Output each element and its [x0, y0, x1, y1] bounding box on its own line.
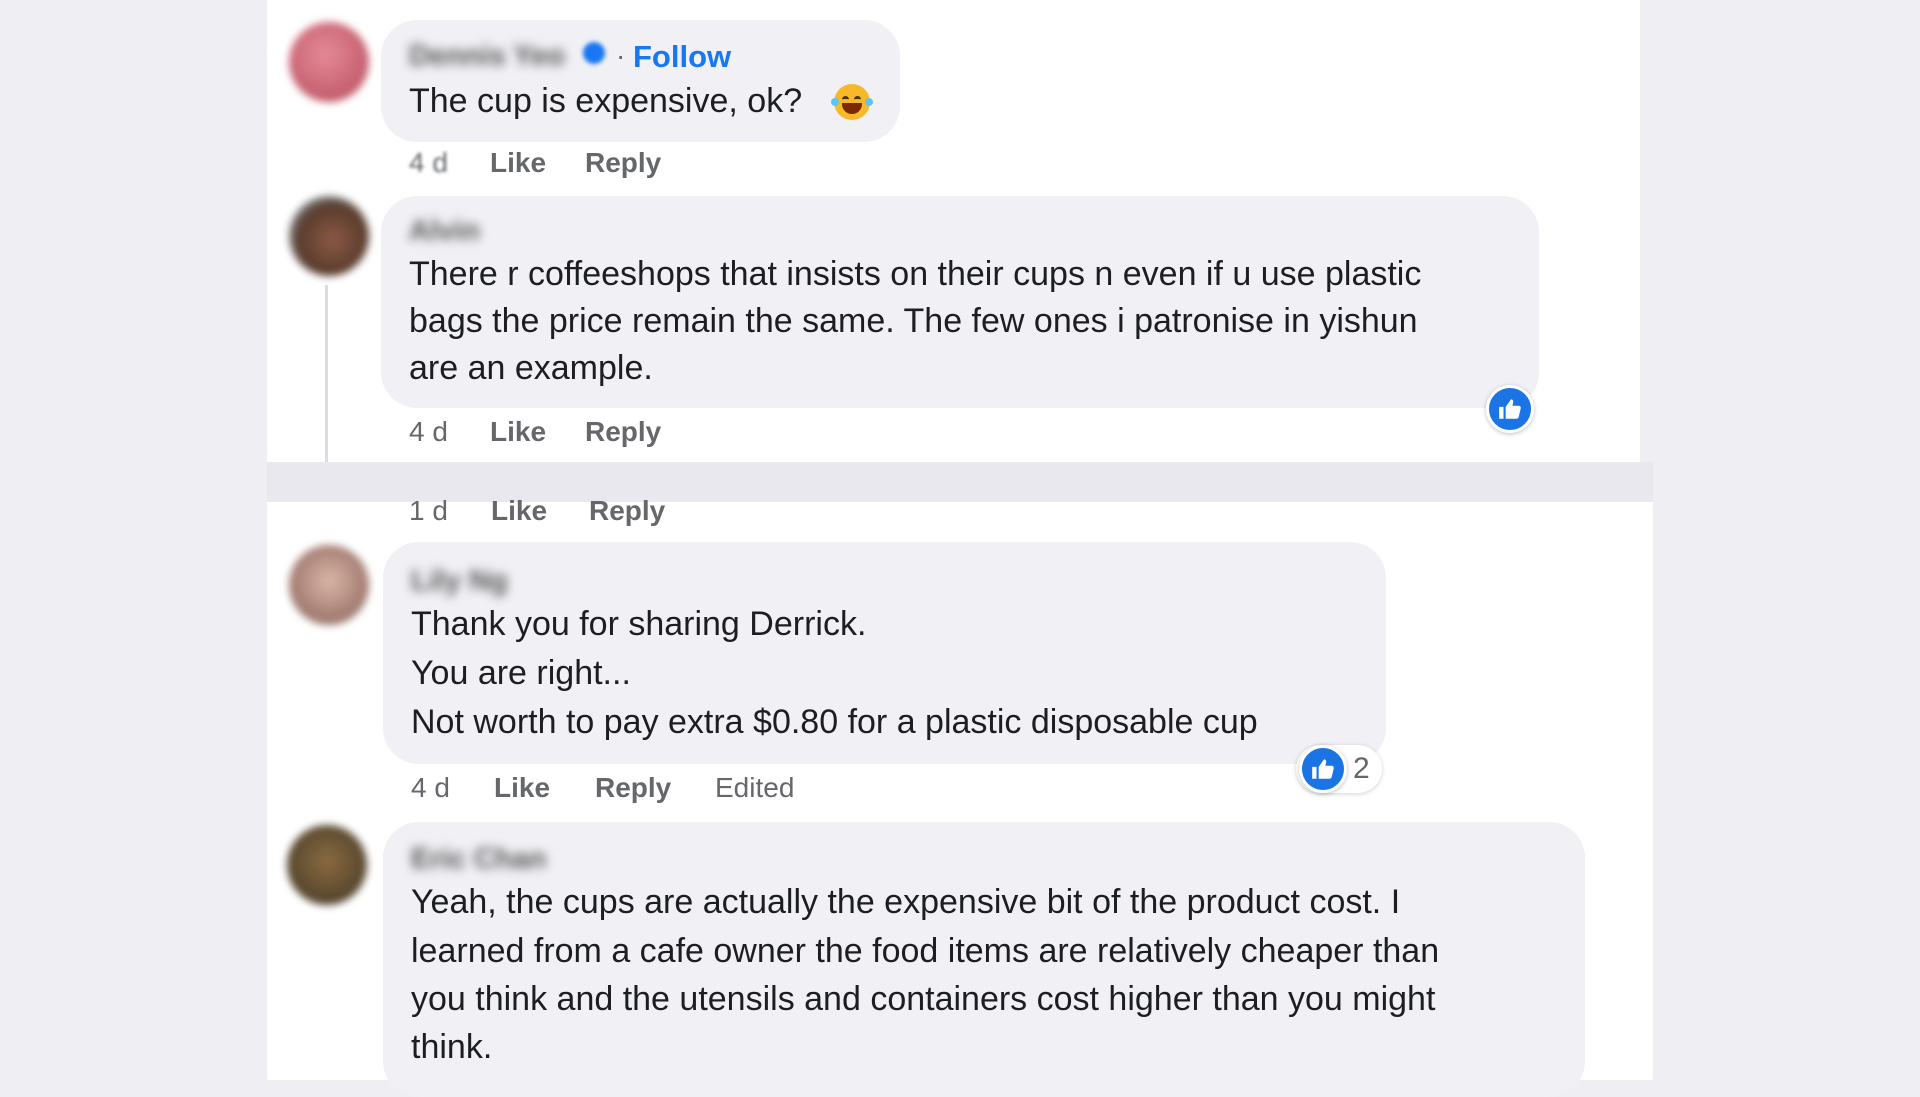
- comment-time[interactable]: 4 d: [409, 147, 448, 179]
- comment-time[interactable]: 1 d: [409, 495, 448, 527]
- reply-label[interactable]: Reply: [585, 416, 661, 447]
- comment-text-line: Not worth to pay extra $0.80 for a plast…: [411, 703, 1258, 741]
- reply-button[interactable]: Reply: [585, 416, 661, 448]
- reply-button[interactable]: Reply: [589, 495, 665, 527]
- comment-text-line: bags the price remain the same. The few …: [409, 302, 1418, 340]
- comment-text-line: are an example.: [409, 349, 653, 387]
- thread-line: [325, 285, 328, 462]
- comment-text-line: The cup is expensive, ok?: [409, 82, 803, 120]
- comment-time[interactable]: 4 d: [411, 772, 450, 804]
- reply-label[interactable]: Reply: [595, 772, 671, 803]
- like-label[interactable]: Like: [490, 416, 546, 447]
- like-button[interactable]: Like: [490, 416, 546, 448]
- like-button[interactable]: Like: [490, 147, 546, 179]
- laughing-tears-emoji-icon: [831, 84, 873, 120]
- reply-label[interactable]: Reply: [589, 495, 665, 526]
- reply-button[interactable]: Reply: [595, 772, 671, 804]
- avatar[interactable]: [289, 545, 369, 625]
- avatar[interactable]: [287, 825, 367, 905]
- comment-text-line: You are right...: [411, 654, 631, 692]
- follow-button[interactable]: Follow: [633, 39, 731, 75]
- avatar[interactable]: [289, 22, 369, 102]
- comment-text-line: There r coffeeshops that insists on thei…: [409, 255, 1422, 293]
- like-label[interactable]: Like: [490, 147, 546, 178]
- comment-time[interactable]: 4 d: [409, 416, 448, 448]
- like-reaction-icon[interactable]: [1299, 745, 1347, 793]
- separator-dot: ·: [616, 40, 626, 71]
- comment-text-line: learned from a cafe owner the food items…: [411, 932, 1440, 970]
- like-button[interactable]: Like: [494, 772, 550, 804]
- reply-label[interactable]: Reply: [585, 147, 661, 178]
- avatar[interactable]: [289, 196, 369, 276]
- verified-badge-icon: [583, 42, 605, 64]
- edited-label: Edited: [715, 772, 795, 803]
- comment-text-line: think.: [411, 1028, 493, 1066]
- comment-author[interactable]: Dennis Yeo: [409, 40, 565, 73]
- like-label[interactable]: Like: [494, 772, 550, 803]
- comment-author[interactable]: Lily Ng: [411, 565, 508, 598]
- comment-author[interactable]: Alvin: [409, 215, 480, 248]
- comment-text-line: Thank you for sharing Derrick.: [411, 605, 867, 643]
- reply-button[interactable]: Reply: [585, 147, 661, 179]
- like-button[interactable]: Like: [491, 495, 547, 527]
- reaction-count[interactable]: 2: [1353, 752, 1370, 786]
- comment-text-line: you think and the utensils and container…: [411, 980, 1436, 1018]
- like-reaction-icon[interactable]: [1486, 385, 1534, 433]
- panel-divider: [267, 462, 1653, 502]
- comment-author[interactable]: Eric Chan: [411, 843, 546, 876]
- like-label[interactable]: Like: [491, 495, 547, 526]
- comment-text-line: Yeah, the cups are actually the expensiv…: [411, 883, 1401, 921]
